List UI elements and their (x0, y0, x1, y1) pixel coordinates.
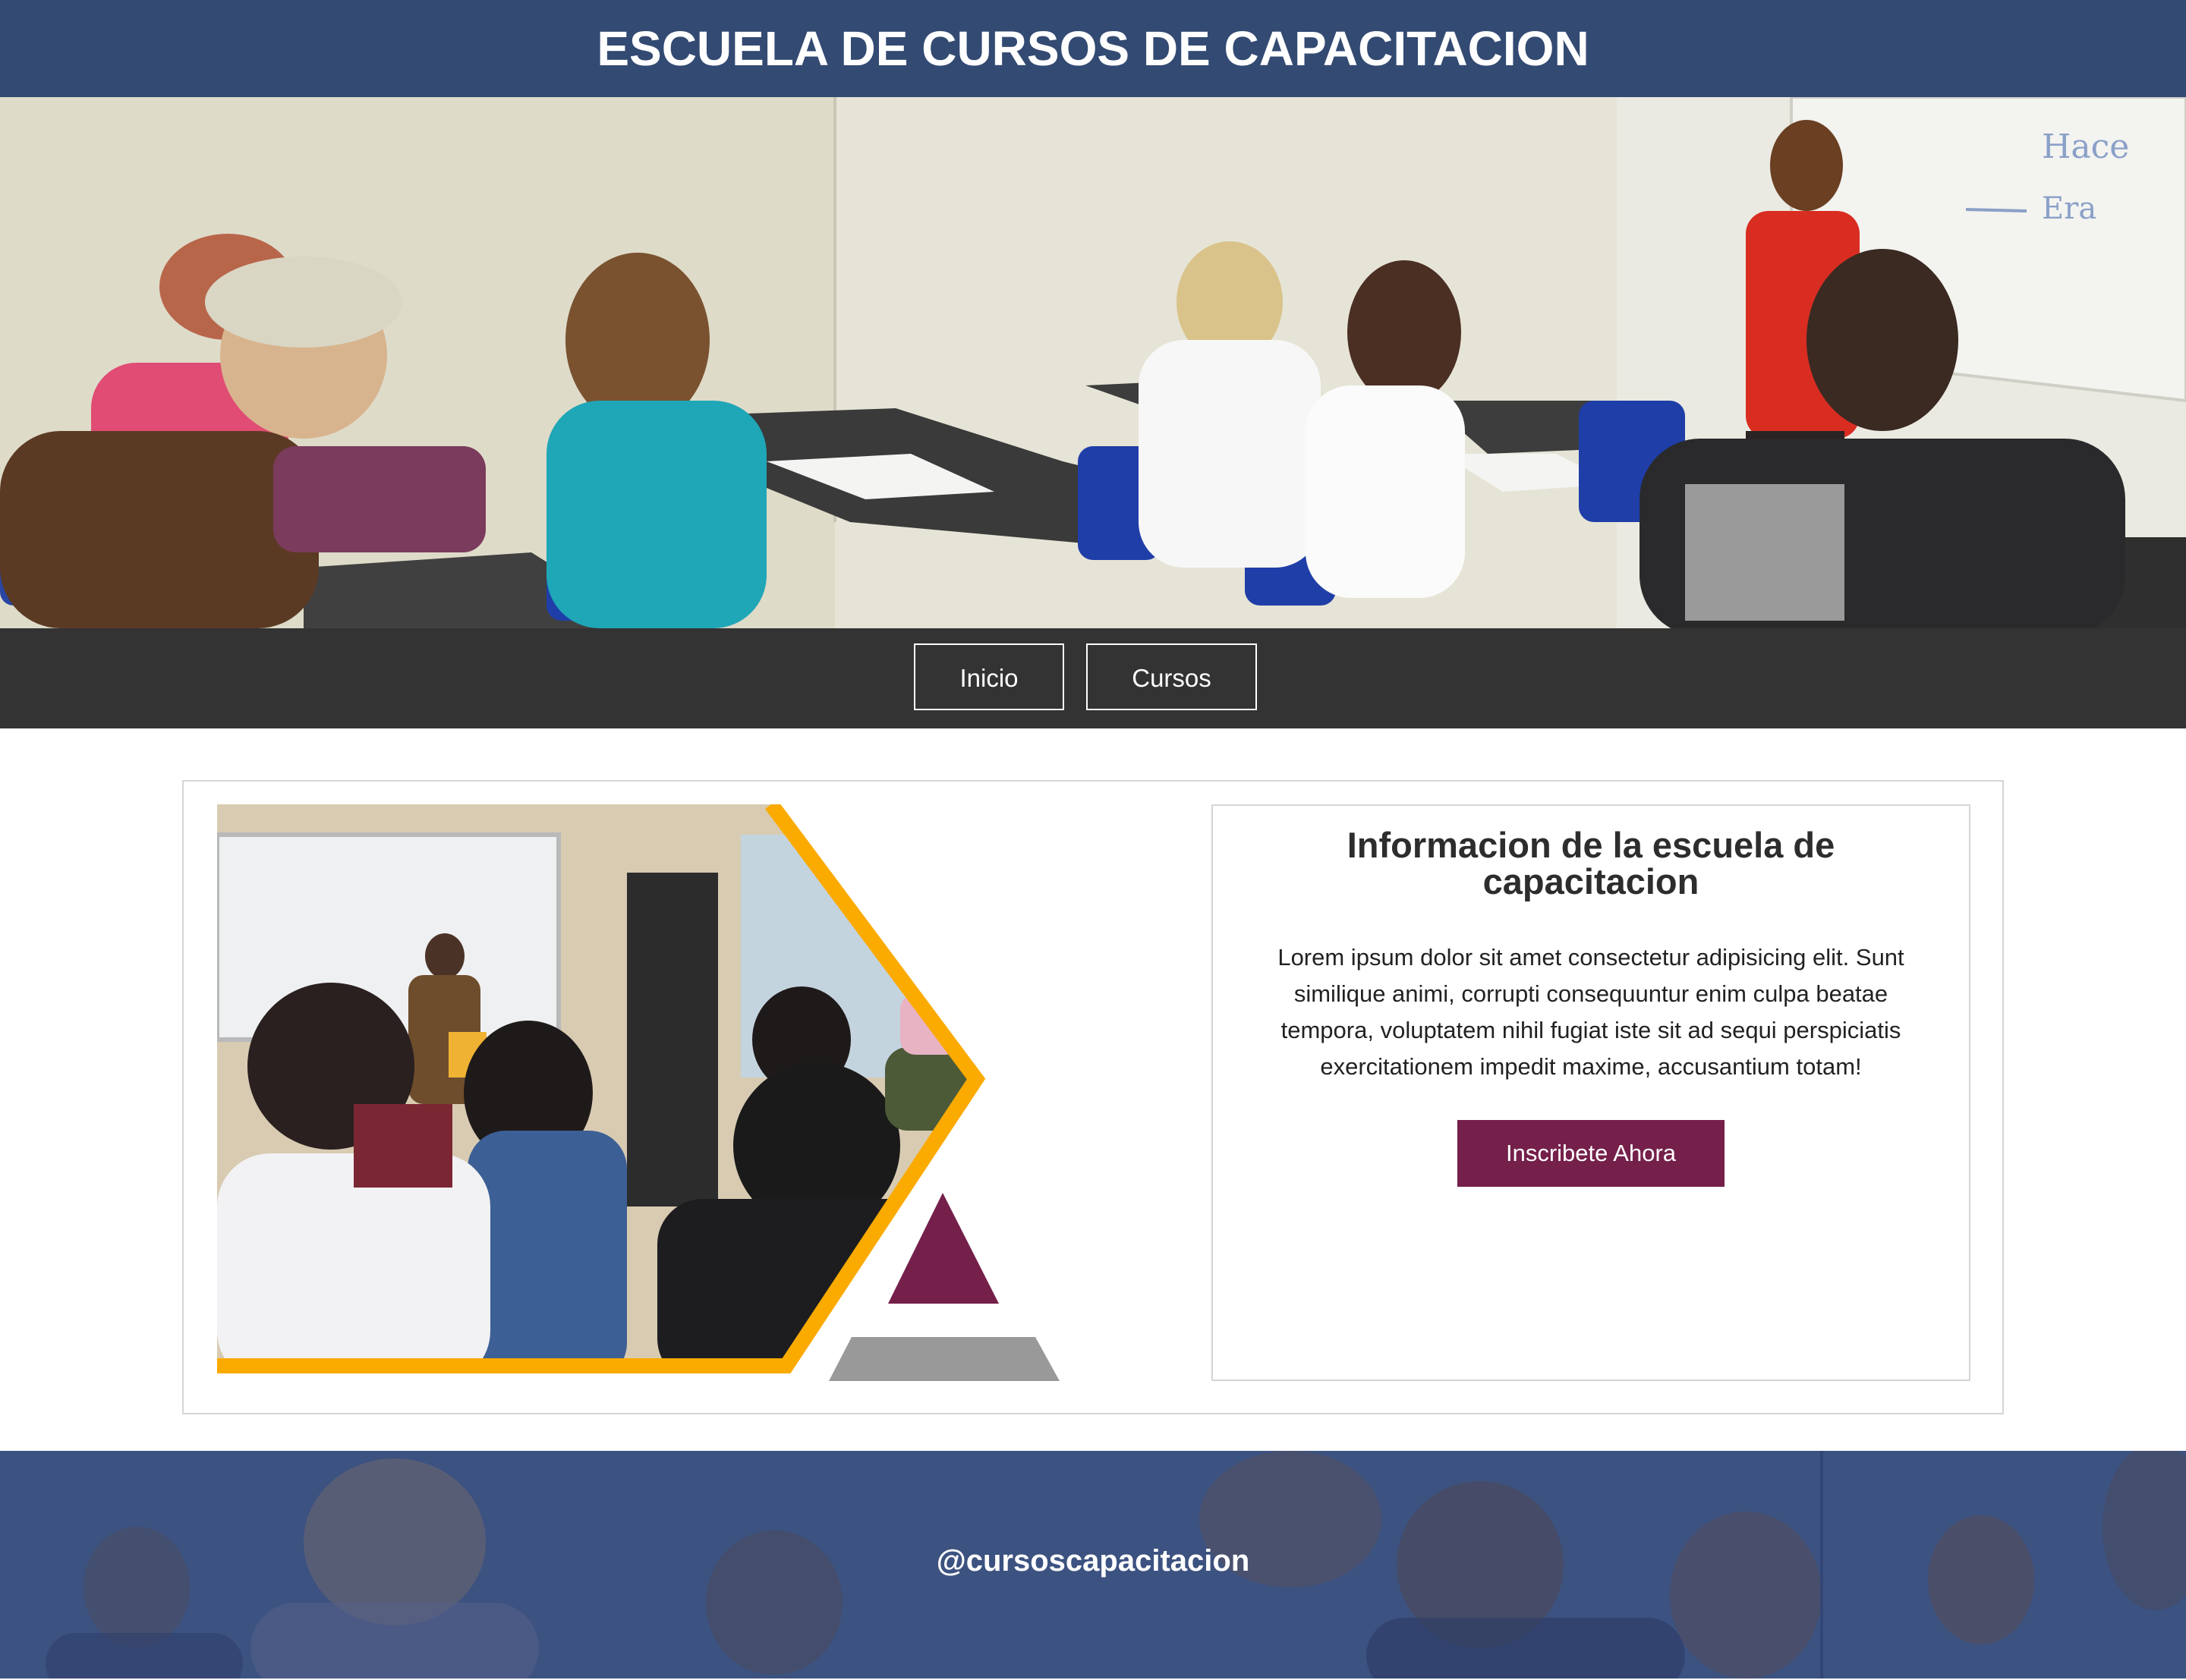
site-header: ESCUELA DE CURSOS DE CAPACITACION (0, 0, 2186, 97)
info-description: Lorem ipsum dolor sit amet consectetur a… (1277, 944, 1904, 1080)
site-footer: @cursoscapacitacion (0, 1451, 2186, 1678)
site-title: ESCUELA DE CURSOS DE CAPACITACION (597, 21, 1589, 76)
info-card: Informacion de la escuela de capacitacio… (182, 780, 2004, 1414)
info-panel: Informacion de la escuela de capacitacio… (1211, 804, 1970, 1381)
whiteboard-text-hace: Hace (2042, 127, 2129, 166)
social-handle[interactable]: @cursoscapacitacion (0, 1451, 2186, 1678)
classroom-graphic (217, 804, 1060, 1381)
nav-inicio-button[interactable]: Inicio (914, 643, 1064, 710)
hero-banner: Hace Era (0, 97, 2186, 628)
hero-classroom-photo: Hace Era (0, 97, 2186, 628)
main-nav: Inicio Cursos (0, 628, 2186, 728)
info-title: Informacion de la escuela de capacitacio… (1347, 825, 1835, 901)
enroll-now-button[interactable]: Inscribete Ahora (1457, 1120, 1725, 1187)
whiteboard-text-era: Era (2042, 191, 2096, 226)
nav-cursos-button[interactable]: Cursos (1086, 643, 1257, 710)
